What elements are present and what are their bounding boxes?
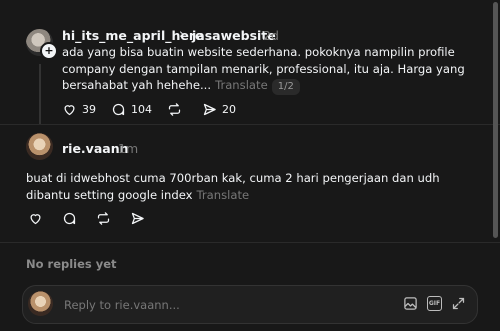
share-button[interactable]: 20 xyxy=(202,102,236,117)
repost-icon xyxy=(168,103,181,116)
send-icon xyxy=(203,103,216,116)
post-text: ada yang bisa buatin website sederhana. … xyxy=(62,44,482,95)
send-icon xyxy=(131,212,144,225)
divider xyxy=(0,124,500,125)
reply-like-button[interactable] xyxy=(28,211,43,226)
reply-repost-button[interactable] xyxy=(96,211,111,226)
comment-icon xyxy=(63,212,76,225)
reply-actions xyxy=(28,211,164,226)
chevron-right-icon: › xyxy=(179,27,185,42)
reply-share-button[interactable] xyxy=(130,211,145,226)
heart-icon xyxy=(64,105,75,116)
comment-count: 104 xyxy=(131,103,152,116)
like-button[interactable]: 39 xyxy=(62,102,96,117)
scrollbar-thumb[interactable] xyxy=(493,2,498,238)
post-timestamp: 2d xyxy=(263,28,279,43)
reply-comment-button[interactable] xyxy=(62,211,77,226)
page-indicator: 1/2 xyxy=(271,79,300,95)
scrollbar[interactable] xyxy=(492,0,498,331)
image-icon[interactable] xyxy=(403,296,418,311)
composer-tools: GIF xyxy=(403,296,475,311)
translate-link[interactable]: Translate xyxy=(215,78,268,92)
reply-input[interactable] xyxy=(62,295,386,315)
reply-timestamp: 1m xyxy=(118,141,139,156)
reply-translate-link[interactable]: Translate xyxy=(197,188,250,202)
repost-button[interactable] xyxy=(167,102,187,117)
thread-connector-line xyxy=(39,64,41,124)
post-actions: 39 104 20 xyxy=(62,102,251,117)
thread-panel: + hi_its_me_april_here › jasawebsite 2d … xyxy=(0,0,500,331)
divider xyxy=(0,242,500,243)
gif-icon[interactable]: GIF xyxy=(427,296,442,311)
comment-icon xyxy=(112,103,125,116)
heart-icon xyxy=(30,214,41,225)
reply-avatar[interactable] xyxy=(26,133,53,160)
share-count: 20 xyxy=(222,103,236,116)
repost-icon xyxy=(97,212,110,225)
empty-replies-label: No replies yet xyxy=(26,257,117,271)
follow-plus-icon[interactable]: + xyxy=(40,42,58,60)
comment-button[interactable]: 104 xyxy=(111,102,152,117)
expand-icon[interactable] xyxy=(451,296,466,311)
reply-text: buat di idwebhost cuma 700rban kak, cuma… xyxy=(26,170,486,203)
composer-avatar xyxy=(28,291,53,316)
like-count: 39 xyxy=(82,103,96,116)
